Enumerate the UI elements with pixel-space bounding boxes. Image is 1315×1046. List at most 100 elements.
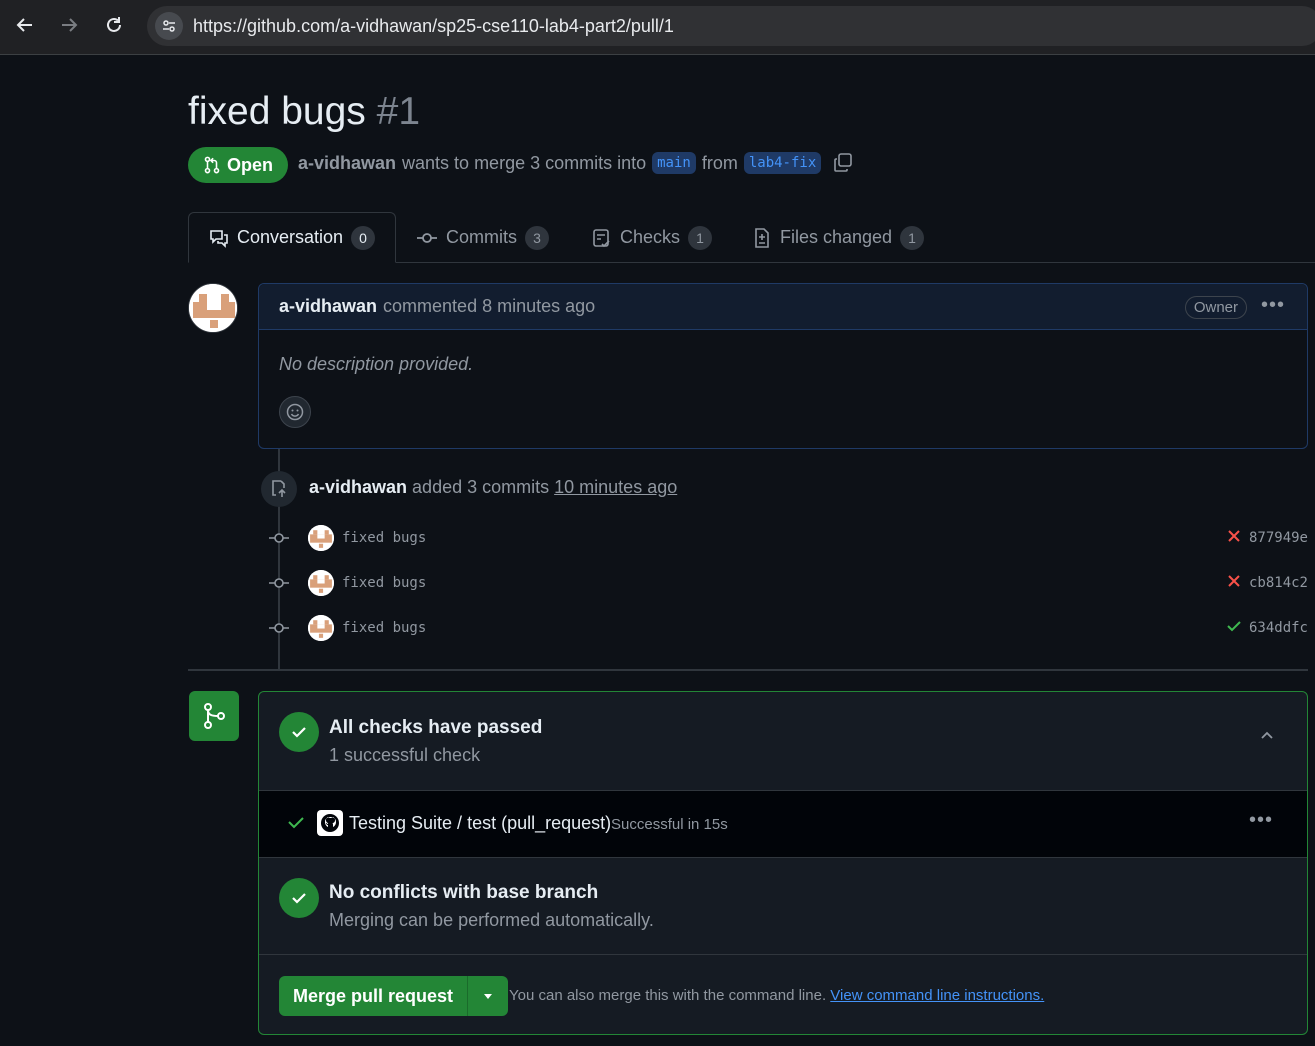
- tab-conversation[interactable]: Conversation 0: [188, 212, 397, 263]
- tab-commits-count: 3: [525, 225, 549, 250]
- check-run-detail: Successful in 15s: [611, 816, 728, 833]
- pull-request-icon: [204, 156, 220, 174]
- checks-summary[interactable]: All checks have passed 1 successful chec…: [259, 692, 1307, 790]
- checks-title: All checks have passed: [329, 717, 543, 738]
- site-settings-icon[interactable]: [155, 12, 183, 40]
- reload-button[interactable]: [98, 9, 130, 41]
- checks-subtitle: 1 successful check: [329, 745, 481, 765]
- pull-request-page: fixed bugs #1 Open a-vidhawan wants to m…: [0, 56, 1315, 1046]
- commit-icon: [268, 621, 290, 635]
- back-button[interactable]: [9, 9, 41, 41]
- pr-title-text: fixed bugs: [188, 90, 366, 133]
- address-bar[interactable]: https://github.com/a-vidhawan/sp25-cse11…: [147, 6, 1315, 46]
- reload-icon: [107, 17, 121, 32]
- pr-state-badge: Open: [188, 147, 288, 183]
- merge-options-dropdown[interactable]: [468, 976, 509, 1016]
- check-options-icon[interactable]: •••: [1249, 809, 1273, 832]
- tab-commits[interactable]: Commits 3: [416, 212, 549, 263]
- success-check-icon: [287, 813, 305, 836]
- check-run-link[interactable]: Testing Suite / test (pull_request): [349, 813, 611, 834]
- forward-button[interactable]: [53, 9, 85, 41]
- head-branch[interactable]: lab4-fix: [743, 152, 822, 174]
- tab-checks-count: 1: [688, 225, 713, 250]
- file-diff-icon: [755, 227, 769, 248]
- merge-button-group: Merge pull request: [279, 976, 509, 1016]
- owner-badge: Owner: [1184, 296, 1247, 319]
- add-reaction-button[interactable]: [279, 396, 311, 428]
- pr-meta: a-vidhawan wants to merge 3 commits into…: [298, 152, 853, 174]
- commit-sha-link[interactable]: 877949e: [1249, 530, 1308, 546]
- chevron-up-icon[interactable]: [1259, 728, 1275, 749]
- repo-push-icon: [261, 471, 297, 507]
- tab-checks-label: Checks: [620, 227, 681, 247]
- check-circle-icon: [279, 878, 319, 918]
- pass-check-icon[interactable]: [1226, 618, 1242, 639]
- tab-files-changed-count: 1: [900, 225, 925, 250]
- commit-message-link[interactable]: fixed bugs: [342, 530, 426, 546]
- avatar[interactable]: [188, 283, 238, 333]
- tab-files-changed-label: Files changed: [780, 227, 893, 247]
- back-arrow-icon: [16, 18, 32, 32]
- commit-row: fixed bugs cb814c2: [268, 568, 1308, 598]
- push-event: a-vidhawan added 3 commits 10 minutes ag…: [309, 477, 677, 498]
- tab-conversation-label: Conversation: [237, 227, 344, 247]
- push-action: added 3 commits: [412, 477, 550, 497]
- check-circle-icon: [279, 712, 319, 752]
- pr-author-link[interactable]: a-vidhawan: [298, 153, 396, 174]
- commit-row: fixed bugs 877949e: [268, 523, 1308, 553]
- tab-files-changed[interactable]: Files changed 1: [752, 212, 925, 263]
- tab-checks[interactable]: Checks 1: [592, 212, 713, 263]
- pr-tabs: Conversation 0 Commits 3 Checks 1 Files …: [188, 212, 1315, 263]
- base-branch[interactable]: main: [652, 152, 696, 174]
- commit-icon: [417, 232, 437, 243]
- pr-description-comment: a-vidhawan commented 8 minutes ago Owner…: [258, 283, 1308, 449]
- push-time-link[interactable]: 10 minutes ago: [554, 477, 677, 497]
- fail-x-icon[interactable]: [1226, 528, 1242, 549]
- identicon-icon: [189, 284, 237, 332]
- forward-arrow-icon: [62, 18, 78, 32]
- commit-icon: [268, 576, 290, 590]
- checklist-icon: [593, 228, 610, 247]
- tab-conversation-count: 0: [351, 225, 376, 250]
- commit-message-link[interactable]: fixed bugs: [342, 575, 426, 591]
- commit-row: fixed bugs 634ddfc: [268, 613, 1308, 643]
- push-author[interactable]: a-vidhawan: [309, 477, 407, 497]
- conflicts-title: No conflicts with base branch: [329, 882, 599, 903]
- merge-hint: You can also merge this with the command…: [509, 987, 1044, 1004]
- comment-author[interactable]: a-vidhawan: [279, 296, 377, 317]
- conflicts-section: No conflicts with base branch Merging ca…: [259, 858, 1307, 954]
- comment-discussion-icon: [210, 229, 228, 248]
- commit-author-avatar[interactable]: [308, 525, 334, 551]
- comment-header: a-vidhawan commented 8 minutes ago Owner…: [259, 284, 1307, 330]
- merge-pull-request-button[interactable]: Merge pull request: [279, 976, 469, 1016]
- fail-x-icon[interactable]: [1226, 573, 1242, 594]
- commit-icon: [268, 531, 290, 545]
- pr-state-label: Open: [226, 154, 273, 175]
- url-text: https://github.com/a-vidhawan/sp25-cse11…: [193, 15, 674, 36]
- from-text: from: [701, 152, 738, 173]
- browser-toolbar: https://github.com/a-vidhawan/sp25-cse11…: [0, 0, 1315, 55]
- smiley-icon: [286, 403, 304, 421]
- commit-author-avatar[interactable]: [308, 570, 334, 596]
- commit-author-avatar[interactable]: [308, 615, 334, 641]
- pr-number: #1: [376, 90, 421, 133]
- comment-body: No description provided.: [279, 354, 474, 374]
- conflicts-subtitle: Merging can be performed automatically.: [329, 910, 654, 930]
- comment-action: commented 8 minutes ago: [383, 296, 596, 316]
- commit-sha-link[interactable]: cb814c2: [1249, 575, 1308, 591]
- comment-options-icon[interactable]: •••: [1261, 294, 1285, 317]
- merge-hint-text: You can also merge this with the command…: [509, 987, 827, 1004]
- merge-box: All checks have passed 1 successful chec…: [258, 691, 1308, 1035]
- check-run-row: Testing Suite / test (pull_request) Succ…: [259, 790, 1307, 858]
- github-logo-icon: [317, 810, 343, 836]
- command-line-instructions-link[interactable]: View command line instructions.: [830, 987, 1044, 1004]
- commit-sha-link[interactable]: 634ddfc: [1249, 620, 1308, 636]
- git-merge-icon: [189, 691, 239, 741]
- pr-title: fixed bugs #1: [188, 90, 420, 134]
- commit-message-link[interactable]: fixed bugs: [342, 620, 426, 636]
- timeline-divider: [188, 669, 1308, 671]
- pr-merge-text: wants to merge 3 commits into: [402, 152, 647, 173]
- triangle-down-icon: [484, 994, 493, 999]
- merge-footer: Merge pull request You can also merge th…: [259, 954, 1307, 1034]
- copy-icon[interactable]: [833, 153, 853, 173]
